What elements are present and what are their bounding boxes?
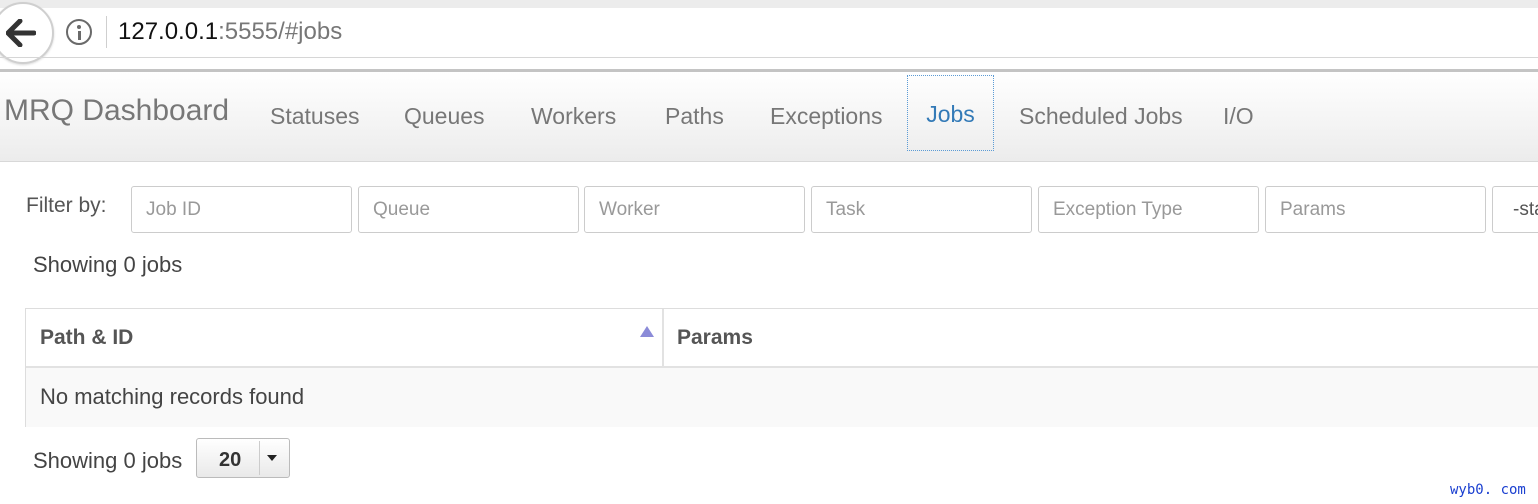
chrome-divider (0, 57, 1538, 58)
page-size-divider (259, 441, 260, 475)
column-header-label: Path & ID (40, 326, 134, 349)
column-header-params[interactable]: Params (664, 309, 1538, 368)
caret-down-icon (267, 455, 277, 461)
info-icon[interactable] (66, 19, 92, 45)
job-id-filter-input[interactable] (131, 186, 352, 233)
queue-filter-input[interactable] (358, 186, 579, 233)
column-header-label: Params (677, 326, 753, 349)
page-size-value: 20 (219, 449, 242, 471)
page-size-select[interactable]: 20 (196, 438, 290, 478)
address-bar[interactable]: 127.0.0.1:5555/#jobs (118, 18, 342, 46)
jobs-count-footer: Showing 0 jobs (33, 448, 183, 473)
url-path: :5555/#jobs (218, 18, 343, 45)
exception-type-filter-input[interactable] (1038, 186, 1259, 233)
filter-label: Filter by: (26, 194, 107, 217)
nav-item-jobs[interactable]: Jobs (907, 75, 994, 151)
task-filter-input[interactable] (811, 186, 1032, 233)
brand-title[interactable]: MRQ Dashboard (4, 94, 229, 128)
chrome-top-strip (0, 0, 1538, 8)
nav-item-workers[interactable]: Workers (515, 72, 632, 162)
empty-table-message: No matching records found (26, 368, 1538, 427)
nav-item-exceptions[interactable]: Exceptions (754, 72, 899, 162)
watermark: wyb0. com (1450, 482, 1526, 498)
url-host: 127.0.0.1 (118, 18, 219, 45)
back-button[interactable] (0, 2, 54, 64)
worker-filter-input[interactable] (584, 186, 805, 233)
sort-asc-icon (640, 326, 654, 337)
nav-item-io[interactable]: I/O (1207, 72, 1270, 162)
jobs-count-summary: Showing 0 jobs (33, 252, 183, 277)
nav-item-statuses[interactable]: Statuses (254, 72, 376, 162)
nav-item-scheduled-jobs[interactable]: Scheduled Jobs (1003, 72, 1199, 162)
status-filter-select[interactable] (1492, 186, 1538, 233)
nav-item-queues[interactable]: Queues (388, 72, 501, 162)
arrow-left-icon (6, 19, 36, 47)
params-filter-input[interactable] (1265, 186, 1486, 233)
navbar: MRQ Dashboard Statuses Queues Workers Pa… (0, 72, 1538, 162)
url-separator (106, 16, 107, 48)
column-header-path-id[interactable]: Path & ID (26, 309, 664, 368)
jobs-table: Path & ID Params No matching records fou… (25, 308, 1538, 427)
browser-chrome: 127.0.0.1:5555/#jobs (0, 0, 1538, 72)
nav-item-paths[interactable]: Paths (649, 72, 740, 162)
